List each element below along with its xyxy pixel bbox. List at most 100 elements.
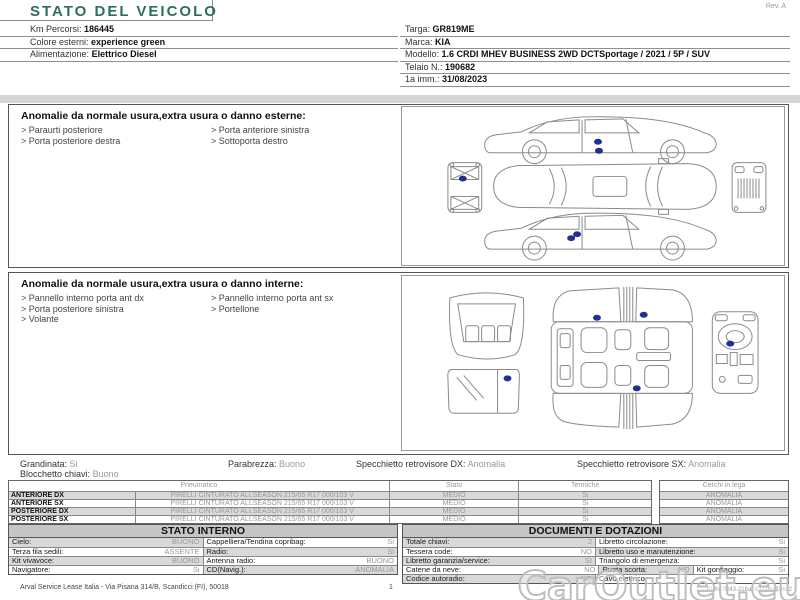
rim-value: ANOMALIA — [705, 500, 743, 507]
rims-table-header: Cerchi in lega — [660, 481, 788, 491]
cell-label: Cielo: — [12, 538, 32, 546]
anomaly-item: > Porta posteriore sinistra — [21, 303, 124, 314]
damage-marker — [593, 138, 602, 145]
col-header-stato: Stato — [390, 481, 520, 491]
info-value: 1.6 CRDI MHEV BUSINESS 2WD DCTSportage /… — [441, 49, 710, 59]
rim-value: ANOMALIA — [705, 492, 743, 499]
panel-row: Totale chiavi: 2 Libretto circolazione: … — [403, 538, 788, 547]
panel-cell: Cielo: BUONO — [9, 538, 204, 547]
vehicle-report-page: STATO DEL VEICOLO Rev. A Km Percorsi: 18… — [0, 0, 800, 600]
tire-termiche: Si — [582, 516, 589, 523]
panel-row: Kit vivavoce: BUONO Antenna radio: BUONO — [9, 556, 397, 565]
rim-value: ANOMALIA — [705, 516, 743, 523]
info-row-imm: 1a imm.: 31/08/2023 — [400, 74, 790, 87]
damage-marker — [726, 340, 735, 347]
info-label: Targa: — [405, 24, 431, 34]
cell-value: 2 — [587, 538, 592, 546]
col-header-pneumatico: Pneumatico — [9, 481, 390, 491]
info-value: GR819ME — [432, 24, 475, 34]
info-label: Colore esterni: — [30, 36, 89, 47]
interior-damage-diagram — [447, 286, 759, 430]
summary-specchietto-dx: Specchietto retrovisore DX: Anomalia — [356, 459, 505, 469]
damage-marker — [567, 235, 576, 242]
tire-description: PIRELLI CINTURATO ALLSEASON 215/65 R17 0… — [136, 516, 390, 523]
col-header-cerchi: Cerchi in lega — [702, 482, 746, 489]
exterior-damage-diagram — [447, 116, 767, 261]
anomaly-item: > Porta posteriore destra — [21, 135, 121, 146]
info-value: KIA — [435, 36, 451, 47]
interior-diagram-box — [401, 275, 785, 451]
caroutlet-watermark: CarOutlet.eu — [517, 563, 800, 600]
anomaly-item: > Porta anteriore sinistra — [211, 125, 310, 135]
footer-company-address: Arval Service Lease Italia - Via Pisana … — [20, 584, 229, 591]
info-value: 31/08/2023 — [442, 74, 488, 84]
panel-row: Tessera code: NO Libretto uso e manutenz… — [403, 547, 788, 556]
damage-marker — [632, 385, 641, 392]
cell-value: Si — [778, 548, 785, 556]
revision-label: Rev. A — [765, 3, 786, 10]
cell-label: Tessera code: — [406, 548, 453, 556]
anomaly-item: > Pannello interno porta ant dx — [21, 293, 144, 303]
summary-value: Anomalia — [688, 459, 726, 469]
cell-label: Codice autoradio: — [406, 575, 465, 583]
panel-row: Cielo: BUONO Cappelliera/Tendina copriba… — [9, 538, 397, 547]
cell-label: Antenna radio: — [206, 557, 256, 565]
panel-cell: Libretto circolazione: Si — [596, 538, 788, 547]
summary-value: Buono — [279, 459, 306, 469]
anomaly-item: > Sottoporta destro — [211, 135, 288, 146]
summary-specchietto-sx: Specchietto retrovisore SX: Anomalia — [577, 459, 726, 469]
summary-value: Buono — [92, 469, 119, 479]
info-row-telaio: Telaio N.: 190682 — [400, 61, 790, 74]
cell-value: BUONO — [171, 557, 200, 565]
tire-table: Pneumatico Stato Termiche ANTERIORE DX P… — [8, 480, 652, 524]
info-value: 190682 — [445, 61, 476, 72]
summary-label: Grandinata: — [20, 459, 68, 469]
exterior-damage-markers — [458, 138, 603, 242]
summary-grandinata: Grandinata: Si — [20, 459, 78, 469]
summary-label: Specchietto retrovisore SX: — [577, 459, 687, 469]
tire-termiche: Si — [582, 492, 589, 499]
page-title: STATO DEL VEICOLO — [30, 3, 218, 20]
cell-label: Catene da neve: — [406, 566, 462, 574]
cell-label: Navigatore: — [12, 566, 51, 574]
info-label: Km Percorsi: — [30, 24, 82, 34]
rim-row: ANOMALIA — [660, 499, 788, 507]
exterior-anomalies-box: Anomalie da normale usura,extra usura o … — [8, 104, 789, 268]
anomaly-item: > Pannello interno porta ant sx — [211, 293, 334, 303]
summary-value: Anomalia — [467, 459, 506, 469]
info-label: Modello: — [405, 49, 440, 59]
damage-marker — [503, 375, 512, 382]
summary-label: Blocchetto chiavi: — [20, 469, 91, 479]
section-divider — [0, 95, 800, 103]
summary-parabrezza: Parabrezza: Buono — [228, 459, 305, 469]
cell-value: BUONO — [366, 557, 394, 565]
tire-stato: MEDIO — [390, 500, 520, 507]
documenti-title: DOCUMENTI E DOTAZIONI — [403, 525, 788, 538]
cell-value: Si — [778, 538, 785, 546]
panel-cell: Libretto uso e manutenzione: Si — [596, 548, 788, 556]
cell-value: ASSENTE — [164, 548, 200, 556]
info-row-colore: Colore esterni: experience green — [0, 36, 398, 49]
cell-label: Radio: — [206, 548, 229, 556]
info-row-modello: Modello: 1.6 CRDI MHEV BUSINESS 2WD DCTS… — [400, 49, 790, 62]
panel-cell: Totale chiavi: 2 — [403, 538, 596, 547]
summary-label: Specchietto retrovisore DX: — [356, 459, 466, 469]
info-value: Elettrico Diesel — [91, 49, 157, 59]
car-rear-view — [447, 162, 483, 213]
cell-label: Libretto circolazione: — [599, 538, 668, 546]
tire-row: ANTERIORE DX PIRELLI CINTURATO ALLSEASON… — [9, 491, 651, 499]
cell-value: BUONO — [171, 538, 200, 546]
tire-description: PIRELLI CINTURATO ALLSEASON 215/65 R17 0… — [136, 492, 390, 499]
panel-cell: Cappelliera/Tendina copribag: Si — [204, 538, 398, 547]
info-row-km: Km Percorsi: 186445 — [0, 24, 398, 37]
interior-anomalies-box: Anomalie da normale usura,extra usura o … — [8, 272, 789, 455]
tire-row: POSTERIORE DX PIRELLI CINTURATO ALLSEASO… — [9, 507, 651, 515]
info-value: experience green — [91, 36, 166, 47]
footer-page-number: 1 — [389, 584, 393, 591]
tire-stato: MEDIO — [390, 516, 520, 523]
cell-label: Libretto uso e manutenzione: — [599, 548, 696, 556]
panel-cell: Navigatore: Si — [9, 566, 204, 574]
damage-marker — [593, 314, 601, 321]
tire-position: ANTERIORE SX — [9, 500, 136, 507]
rim-row: ANOMALIA — [660, 491, 788, 499]
